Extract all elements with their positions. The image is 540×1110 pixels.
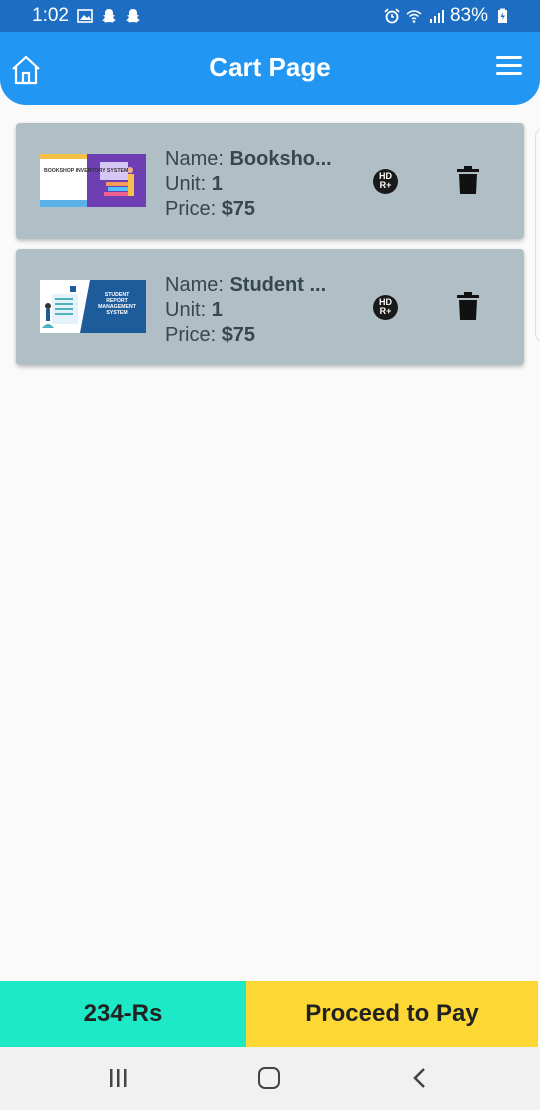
trash-icon[interactable]: [457, 292, 479, 320]
menu-icon[interactable]: [496, 56, 522, 80]
item-price: $75: [221, 198, 256, 220]
item-price-row: Price: $75: [165, 323, 350, 348]
gallery-icon: [77, 9, 93, 23]
name-label: Name:: [165, 148, 230, 170]
snapchat-icon: [125, 9, 140, 23]
cart-item-card: STUDENT REPORT MANAGEMENT SYSTEM Name: Stud…: [16, 249, 524, 365]
price-label: Price:: [165, 324, 222, 346]
item-unit-row: Unit: 1: [165, 298, 350, 323]
back-icon[interactable]: [411, 1067, 427, 1089]
wifi-icon: [406, 10, 422, 23]
page-title: Cart Page: [209, 52, 331, 82]
cart-item-card: BOOKSHOP INVENTORY SYSTEM Name: Booksho.…: [16, 123, 524, 239]
item-info: Name: Booksho... Unit: 1 Price: $75: [165, 147, 350, 222]
item-price: $75: [221, 324, 256, 346]
product-thumbnail: STUDENT REPORT MANAGEMENT SYSTEM: [40, 280, 146, 333]
home-nav-icon[interactable]: [258, 1067, 280, 1089]
battery-percent: 83%: [449, 5, 488, 26]
trash-icon[interactable]: [457, 166, 479, 194]
total-amount: 234-Rs: [0, 981, 246, 1047]
item-name: Student ...: [229, 274, 327, 296]
hd-badge-icon: HD R+: [373, 169, 398, 194]
item-price-row: Price: $75: [165, 197, 350, 222]
thumbnail-caption: BOOKSHOP INVENTORY SYSTEM: [44, 168, 128, 174]
unit-label: Unit:: [165, 173, 212, 195]
checkout-bar: 234-Rs Proceed to Pay: [0, 981, 540, 1047]
item-unit: 1: [211, 299, 223, 321]
price-label: Price:: [165, 198, 222, 220]
system-nav-bar: [0, 1047, 540, 1110]
item-name: Booksho...: [229, 148, 332, 170]
item-unit: 1: [211, 173, 223, 195]
signal-icon: [429, 10, 444, 23]
item-name-row: Name: Student ...: [165, 273, 350, 298]
app-bar: Cart Page: [0, 32, 540, 105]
battery-icon: [498, 8, 507, 23]
name-label: Name:: [165, 274, 230, 296]
snapchat-icon: [101, 9, 116, 23]
unit-label: Unit:: [165, 299, 212, 321]
item-info: Name: Student ... Unit: 1 Price: $75: [165, 273, 350, 348]
item-unit-row: Unit: 1: [165, 172, 350, 197]
recent-apps-icon[interactable]: [108, 1069, 128, 1087]
item-name-row: Name: Booksho...: [165, 147, 350, 172]
side-drawer-edge: [535, 128, 540, 342]
status-time: 1:02: [32, 5, 69, 26]
alarm-icon: [384, 8, 400, 24]
hd-badge-icon: HD R+: [373, 295, 398, 320]
product-thumbnail: BOOKSHOP INVENTORY SYSTEM: [40, 154, 146, 207]
proceed-to-pay-button[interactable]: Proceed to Pay: [246, 981, 538, 1047]
status-left: 1:02: [32, 5, 141, 27]
status-bar: 1:02 83%: [0, 0, 540, 32]
status-right: 83%: [384, 5, 510, 27]
